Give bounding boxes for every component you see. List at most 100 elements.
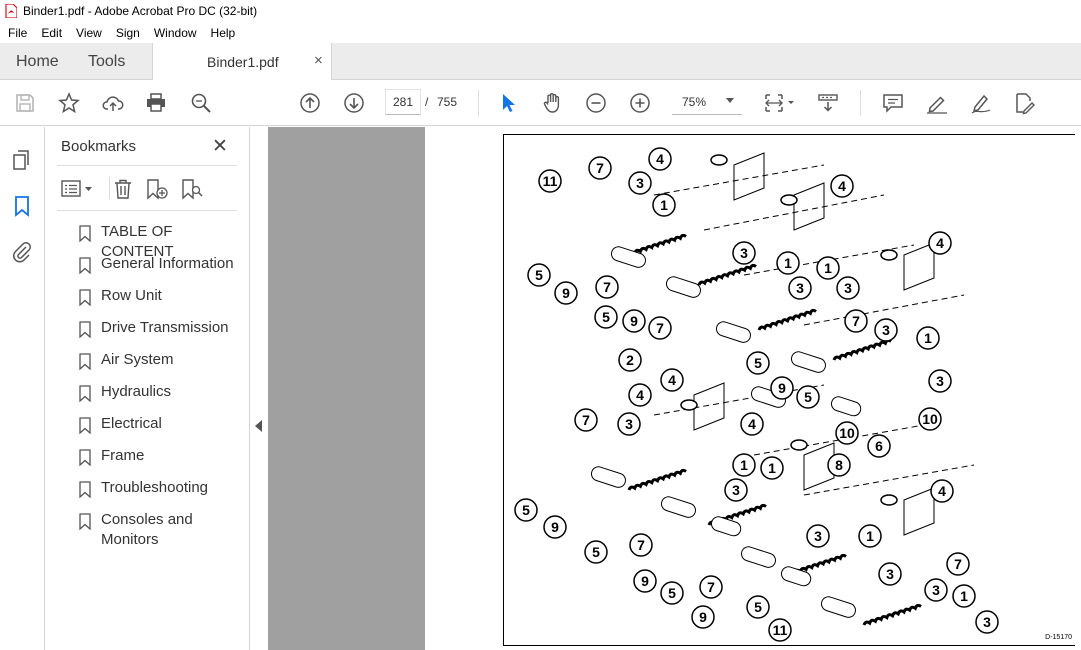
bookmark-item[interactable]: Drive Transmission: [75, 318, 245, 350]
callout-9: 9: [633, 569, 657, 593]
mount-bracket: [903, 242, 935, 291]
bookmark-item[interactable]: TABLE OF CONTENT: [75, 222, 245, 260]
hose-clamp: [880, 494, 898, 506]
callout-3: 3: [878, 562, 902, 586]
tab-document[interactable]: Binder1.pdf ×: [152, 43, 332, 81]
tube-section: [820, 596, 856, 618]
close-icon[interactable]: ✕: [212, 135, 228, 158]
menu-edit[interactable]: Edit: [34, 26, 69, 40]
collapse-panel-icon[interactable]: [255, 420, 262, 432]
hose-clamp: [790, 439, 808, 451]
callout-1: 1: [952, 584, 976, 608]
menu-bar: File Edit View Sign Window Help: [0, 22, 1081, 43]
tab-tools[interactable]: Tools: [88, 53, 125, 71]
callout-number: 1: [960, 588, 968, 604]
bookmark-item[interactable]: General Information: [75, 254, 245, 286]
callout-number: 4: [748, 416, 756, 432]
callout-1: 1: [776, 251, 800, 275]
menu-sign[interactable]: Sign: [109, 26, 147, 40]
trash-icon: [115, 179, 131, 199]
callout-7: 7: [629, 533, 653, 557]
callout-1: 1: [916, 326, 940, 350]
add-bookmark-button[interactable]: [145, 177, 169, 201]
draw-sign-icon[interactable]: [968, 90, 994, 116]
bookmark-icon: [79, 449, 91, 466]
hose-clamp: [680, 399, 698, 411]
callout-3: 3: [836, 276, 860, 300]
scroll-mode-icon[interactable]: [815, 90, 841, 116]
menu-help[interactable]: Help: [204, 26, 243, 40]
page-number-input[interactable]: 281: [385, 89, 421, 115]
save-icon[interactable]: [12, 90, 38, 116]
star-icon[interactable]: [56, 90, 82, 116]
document-tab-label: Binder1.pdf: [207, 54, 279, 70]
next-page-icon[interactable]: [341, 90, 367, 116]
search-icon[interactable]: [188, 90, 214, 116]
callout-number: 4: [636, 387, 644, 403]
menu-file[interactable]: File: [0, 26, 34, 40]
print-icon[interactable]: [143, 90, 169, 116]
window-title: Binder1.pdf - Adobe Acrobat Pro DC (32-b…: [23, 4, 258, 18]
panel-splitter[interactable]: [250, 127, 268, 650]
zoom-in-icon[interactable]: [627, 90, 653, 116]
callout-9: 9: [622, 309, 646, 333]
bookmarks-panel: Bookmarks ✕ TABLE OF CONTENT General Inf…: [45, 127, 250, 650]
panel-divider: [57, 210, 237, 211]
vertical-scrollbar[interactable]: [1075, 127, 1081, 650]
page-thumbnails-icon[interactable]: [10, 148, 34, 172]
edit-pdf-icon[interactable]: [1011, 90, 1037, 116]
callout-number: 4: [838, 178, 846, 194]
flex-hose: [627, 468, 687, 491]
callout-number: 9: [778, 380, 786, 396]
bookmark-item[interactable]: Electrical: [75, 414, 245, 446]
main-toolbar: 281 / 755 75%: [0, 80, 1081, 126]
bookmark-panel-icon[interactable]: [10, 194, 34, 218]
callout-number: 5: [804, 389, 812, 405]
previous-page-icon[interactable]: [297, 90, 323, 116]
callout-3: 3: [874, 318, 898, 342]
callout-number: 10: [839, 425, 855, 441]
bookmark-item[interactable]: Hydraulics: [75, 382, 245, 414]
callout-number: 3: [814, 528, 822, 544]
upload-cloud-icon[interactable]: [100, 90, 126, 116]
comment-icon[interactable]: [880, 90, 906, 116]
add-bookmark-icon: [147, 179, 168, 200]
bookmark-label: Electrical: [101, 415, 162, 432]
callout-5: 5: [796, 385, 820, 409]
callout-number: 5: [522, 502, 530, 518]
callout-number: 7: [603, 279, 611, 295]
menu-view[interactable]: View: [69, 26, 109, 40]
tube-section: [665, 276, 701, 298]
bookmark-label: General Information: [101, 255, 234, 272]
callout-3: 3: [788, 276, 812, 300]
menu-window[interactable]: Window: [147, 26, 204, 40]
callout-5: 5: [746, 351, 770, 375]
bookmark-item[interactable]: Row Unit: [75, 286, 245, 318]
zoom-out-icon[interactable]: [583, 90, 609, 116]
zoom-level-select[interactable]: 75%: [672, 89, 742, 115]
delete-bookmark-button[interactable]: [112, 177, 134, 201]
bookmark-item[interactable]: Frame: [75, 446, 245, 478]
close-tab-icon[interactable]: ×: [314, 52, 323, 69]
callout-number: 3: [886, 566, 894, 582]
bookmark-item[interactable]: Air System: [75, 350, 245, 382]
highlight-pen-icon[interactable]: [924, 90, 950, 116]
callout-7: 7: [844, 309, 868, 333]
bookmark-options-menu[interactable]: [61, 177, 95, 201]
hand-tool-icon[interactable]: [539, 90, 565, 116]
callout-9: 9: [543, 515, 567, 539]
page-fit-icon[interactable]: [760, 90, 796, 116]
callout-number: 10: [922, 411, 938, 427]
parts-diagram: 11 7 3 1 4 4 4 3 1 1 3 5 9 7 3 5 9 7 7 3 1 2 4 5 9 5 3 4 10 6 10 7 3 4 8 1 1…: [503, 134, 1079, 646]
bookmark-item[interactable]: Consoles and Monitors: [75, 510, 245, 562]
select-cursor-icon[interactable]: [495, 90, 521, 116]
tab-home[interactable]: Home: [16, 53, 59, 71]
callout-3: 3: [924, 578, 948, 602]
attachments-icon[interactable]: [10, 240, 34, 264]
bookmark-list: TABLE OF CONTENT General Information Row…: [75, 222, 245, 562]
find-bookmark-button[interactable]: [180, 177, 204, 201]
callout-number: 3: [740, 245, 748, 261]
bookmark-item[interactable]: Troubleshooting: [75, 478, 245, 510]
callout-5: 5: [514, 498, 538, 522]
guide-line: [653, 164, 825, 196]
